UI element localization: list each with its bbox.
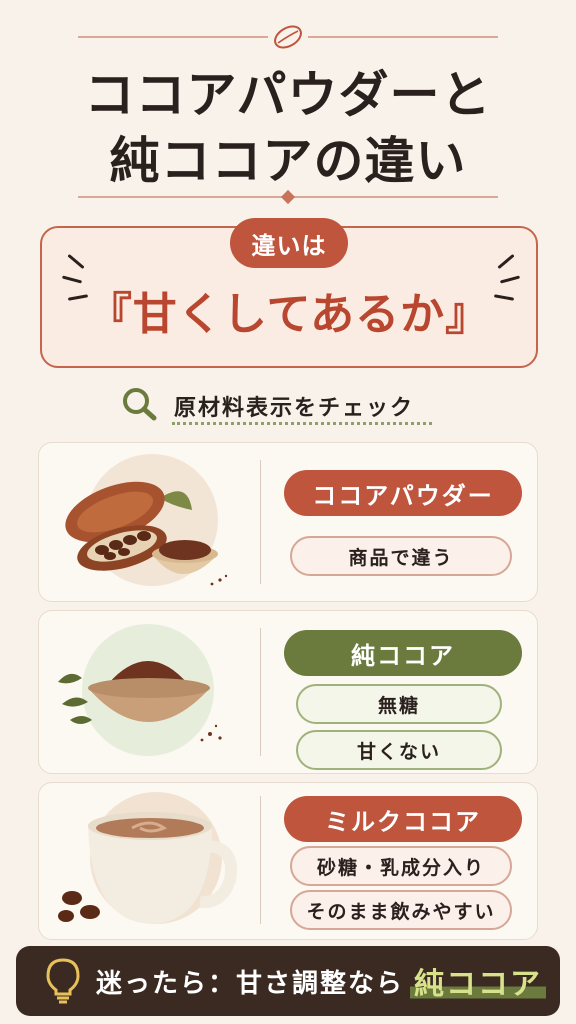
check-label: 原材料表示をチェック [174, 396, 415, 421]
cocoa-pod-image [60, 450, 230, 596]
check-ingredients-row: 原材料表示をチェック [120, 388, 414, 424]
page-title-line1: ココアパウダーと [84, 66, 492, 124]
cocoa-bean-icon [268, 20, 308, 54]
label-milk-cocoa: ミルクココア [284, 796, 522, 842]
note-easy-to-drink: そのまま飲みやすい [290, 890, 512, 930]
dotted-underline [172, 422, 432, 425]
callout-main-text: 『甘くしてあるか』 [87, 289, 491, 340]
card-divider [260, 628, 261, 756]
note-contains-sugar-milk: 砂糖・乳成分入り [290, 846, 512, 886]
footer-highlight: 純ココア [410, 959, 547, 1003]
page-title-line2: 純ココアの違い [109, 132, 467, 190]
card-divider [260, 460, 261, 584]
lightbulb-icon [40, 956, 86, 1006]
milk-cocoa-cup-image [52, 786, 238, 936]
note-sugar-free: 無糖 [296, 684, 502, 724]
label-pure-cocoa: 純ココア [284, 630, 522, 676]
pure-cocoa-bowl-image [48, 616, 238, 768]
card-divider [260, 796, 261, 924]
diamond-ornament [280, 189, 296, 205]
search-icon [120, 386, 160, 426]
footer-text: 迷ったら：甘さ調整なら 純ココア [96, 959, 547, 1003]
callout-badge: 違いは [230, 218, 348, 268]
footer-advice: 迷ったら：甘さ調整なら [96, 968, 405, 999]
label-cocoa-powder: ココアパウダー [284, 470, 522, 516]
note-not-sweet: 甘くない [296, 730, 502, 770]
note-varies-by-product: 商品で違う [290, 536, 512, 576]
